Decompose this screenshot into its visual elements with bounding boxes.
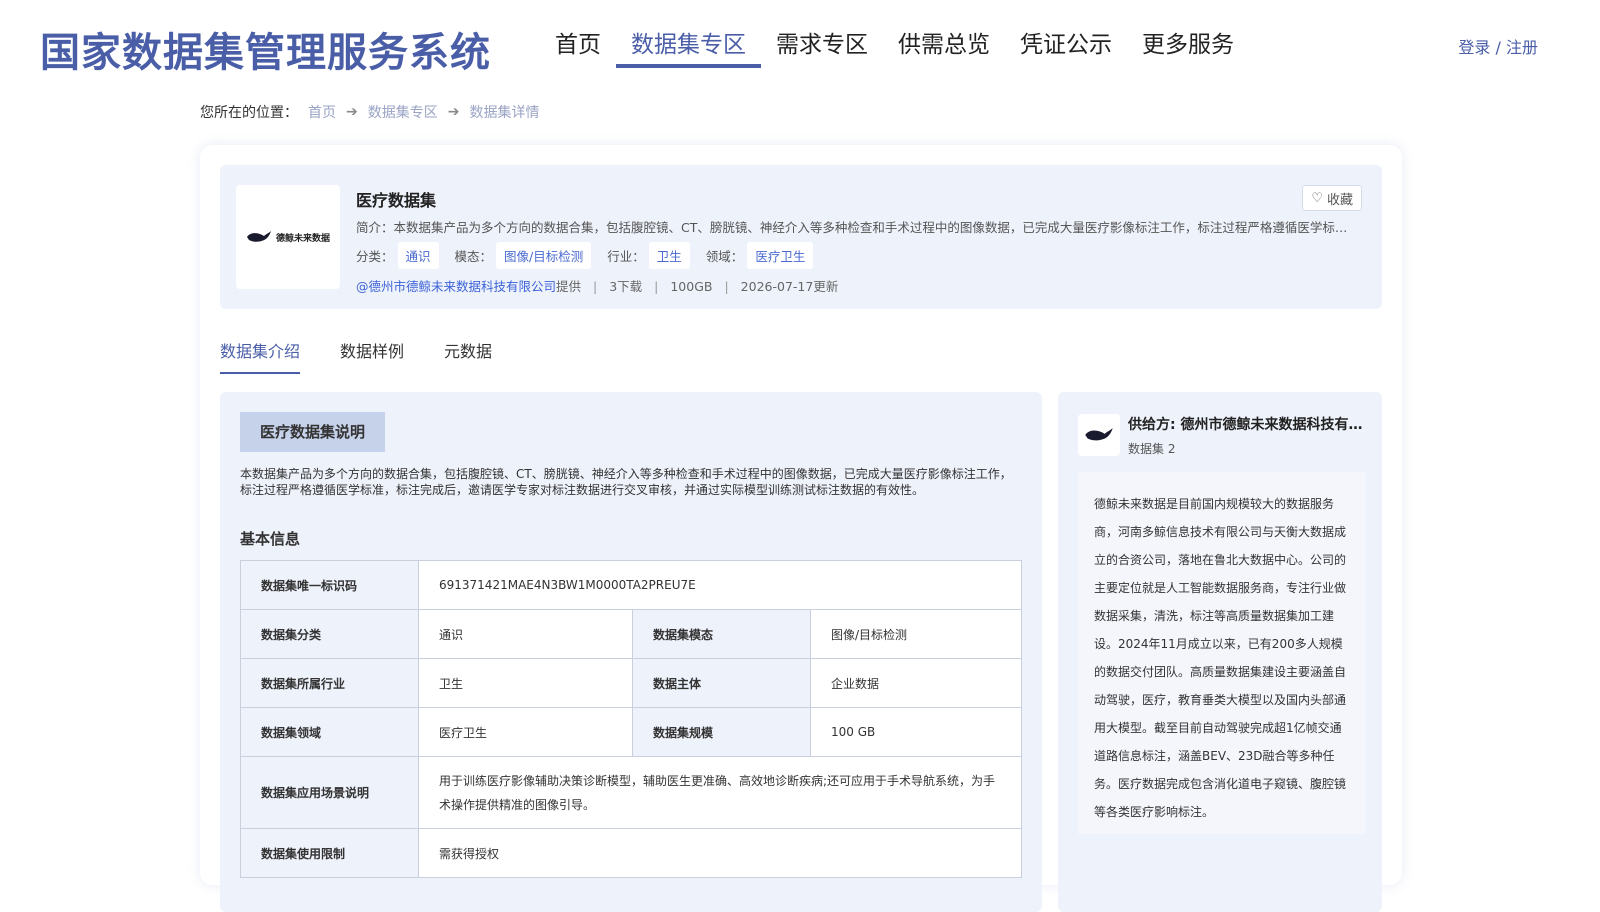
nav-overview[interactable]: 供需总览 [883,0,1005,68]
table-key: 数据集唯一标识码 [240,560,419,610]
table-row: 数据集应用场景说明 用于训练医疗影像辅助决策诊断模型，辅助医生更准确、高效地诊断… [240,756,1022,829]
tag-category[interactable]: 通识 [397,242,439,269]
dataset-name: 医疗数据集 [356,191,437,210]
table-value: 卫生 [418,658,633,708]
table-key: 数据集规模 [632,707,811,757]
tag-industry[interactable]: 卫生 [648,242,690,269]
arrow-right-icon: ➔ [346,104,358,120]
table-row: 数据集分类 通识 数据集模态 图像/目标检测 [240,609,1022,659]
table-key: 数据集模态 [632,609,811,659]
nav-datasets[interactable]: 数据集专区 [616,0,761,68]
favorite-label: 收藏 [1326,192,1353,208]
table-row: 数据集唯一标识码 691371421MAE4N3BW1M0000TA2PREU7… [240,560,1022,610]
dataset-header: 德鲸未来数据 医疗数据集 简介：本数据集产品为多个方向的数据合集，包括腹腔镜、C… [220,165,1382,309]
provider-dataset-count: 数据集 2 [1128,442,1176,456]
table-key: 数据集使用限制 [240,828,419,878]
dataset-logo-text: 德鲸未来数据 [275,233,330,244]
table-key: 数据集所属行业 [240,658,419,708]
dataset-meta: @德州市德鲸未来数据科技有限公司提供 | 3下载 | 100GB | 2026-… [356,279,839,294]
whale-icon [246,231,271,242]
basic-info-table: 数据集唯一标识码 691371421MAE4N3BW1M0000TA2PREU7… [240,560,1022,878]
provider-name[interactable]: 供给方: 德州市德鲸未来数据科技有限公司 [1128,414,1364,434]
nav-home[interactable]: 首页 [540,0,616,68]
breadcrumb: 您所在的位置： 首页 ➔ 数据集专区 ➔ 数据集详情 [200,102,539,122]
tag-modality[interactable]: 图像/目标检测 [496,242,592,269]
updated-date: 2026-07-17更新 [740,279,839,294]
table-row: 数据集领域 医疗卫生 数据集规模 100 GB [240,707,1022,757]
table-key: 数据集领域 [240,707,419,757]
table-key: 数据集分类 [240,609,419,659]
breadcrumb-home[interactable]: 首页 [308,102,336,122]
provider-link[interactable]: @德州市德鲸未来数据科技有限公司 [356,279,556,294]
breadcrumb-datasets[interactable]: 数据集专区 [368,102,438,122]
table-key: 数据主体 [632,658,811,708]
table-key: 数据集应用场景说明 [240,756,419,829]
tab-metadata[interactable]: 元数据 [444,338,492,374]
dataset-intro: 简介：本数据集产品为多个方向的数据合集，包括腹腔镜、CT、膀胱镜、神经介入等多种… [356,220,1356,235]
whale-icon [1085,428,1113,441]
breadcrumb-detail[interactable]: 数据集详情 [469,102,539,122]
tab-introduction[interactable]: 数据集介绍 [220,338,301,374]
tag-label-domain: 领域： [705,249,744,264]
table-value: 100 GB [810,707,1022,757]
favorite-button[interactable]: ♡ 收藏 [1302,185,1362,211]
table-value: 企业数据 [810,658,1022,708]
dataset-detail-card: 德鲸未来数据 医疗数据集 简介：本数据集产品为多个方向的数据合集，包括腹腔镜、C… [200,145,1402,912]
main-nav: 首页 数据集专区 需求专区 供需总览 凭证公示 更多服务 [540,0,1249,68]
whale-logo-icon: 德鲸未来数据 [246,230,330,244]
provider-suffix: 提供 [556,279,582,294]
table-value: 用于训练医疗影像辅助决策诊断模型，辅助医生更准确、高效地诊断疾病;还可应用于手术… [418,756,1022,829]
dataset-tags: 分类： 通识 模态： 图像/目标检测 行业： 卫生 领域： 医疗卫生 [356,242,829,269]
table-value: 通识 [418,609,633,659]
tab-samples[interactable]: 数据样例 [340,338,404,374]
table-row: 数据集所属行业 卫生 数据主体 企业数据 [240,658,1022,708]
intro-panel: 医疗数据集说明 本数据集产品为多个方向的数据合集，包括腹腔镜、CT、膀胱镜、神经… [220,392,1042,912]
table-value: 需获得授权 [418,828,1022,878]
arrow-right-icon: ➔ [447,104,460,120]
nav-more[interactable]: 更多服务 [1127,0,1249,68]
dataset-description: 本数据集产品为多个方向的数据合集，包括腹腔镜、CT、膀胱镜、神经介入等多种检查和… [240,467,1012,497]
detail-tabs: 数据集介绍 数据样例 元数据 [220,338,492,374]
provider-panel: 供给方: 德州市德鲸未来数据科技有限公司 数据集 2 德鲸未来数据是目前国内规模… [1058,392,1382,912]
breadcrumb-prefix: 您所在的位置： [200,105,298,121]
tag-domain[interactable]: 医疗卫生 [747,242,814,269]
nav-demands[interactable]: 需求专区 [761,0,883,68]
dataset-size: 100GB [670,279,713,294]
table-value: 691371421MAE4N3BW1M0000TA2PREU7E [418,560,1022,610]
basic-info-title: 基本信息 [240,530,301,548]
table-row: 数据集使用限制 需获得授权 [240,828,1022,878]
table-value: 图像/目标检测 [810,609,1022,659]
dataset-logo: 德鲸未来数据 [236,185,340,289]
tag-label-category: 分类： [356,249,394,264]
login-register-link[interactable]: 登录 / 注册 [1458,34,1538,58]
section-title: 医疗数据集说明 [240,412,386,452]
header: 国家数据集管理服务系统 首页 数据集专区 需求专区 供需总览 凭证公示 更多服务… [0,0,1600,80]
table-value: 医疗卫生 [418,707,633,757]
tag-label-modality: 模态： [454,249,493,264]
tag-label-industry: 行业： [607,249,645,264]
site-title[interactable]: 国家数据集管理服务系统 [40,20,491,78]
download-count: 3下载 [609,279,643,294]
nav-vouchers[interactable]: 凭证公示 [1005,0,1127,68]
provider-logo[interactable] [1078,414,1120,456]
provider-description: 德鲸未来数据是目前国内规模较大的数据服务商，河南多鲸信息技术有限公司与天衡大数据… [1078,472,1366,834]
heart-icon: ♡ [1311,190,1323,206]
